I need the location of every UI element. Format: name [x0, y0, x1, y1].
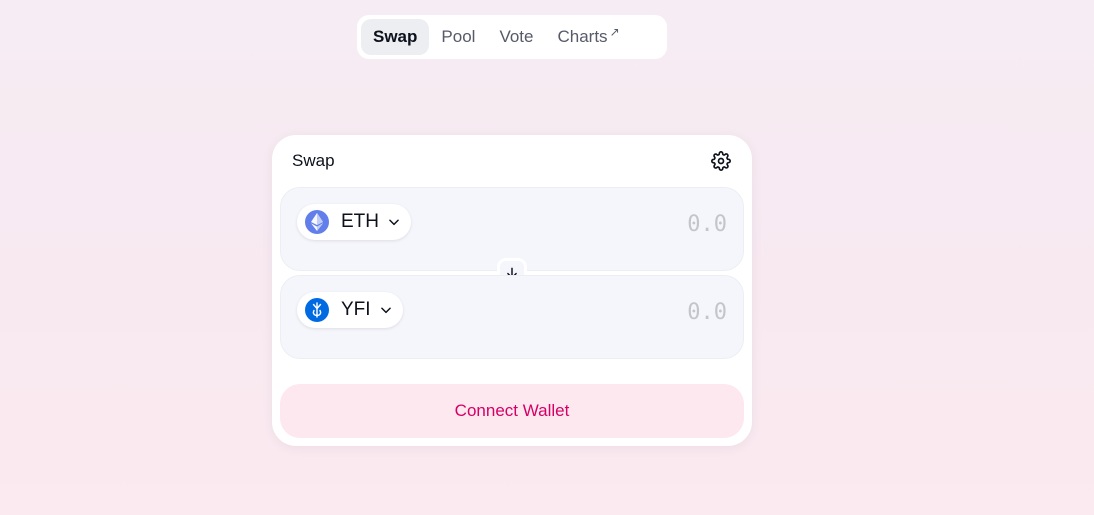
input-amount-field[interactable] [507, 210, 727, 238]
tab-swap-label: Swap [373, 27, 418, 46]
tab-vote[interactable]: Vote [487, 19, 545, 55]
input-token-selector[interactable]: ETH [297, 204, 411, 240]
input-token-symbol: ETH [341, 211, 379, 232]
gear-icon[interactable] [710, 150, 732, 172]
output-token-symbol: YFI [341, 299, 371, 320]
top-nav: Swap Pool Vote Charts ↗ [357, 15, 667, 59]
swap-card-title: Swap [292, 151, 335, 170]
tab-swap[interactable]: Swap [361, 19, 430, 55]
swap-card-header: Swap [292, 149, 732, 173]
output-amount-field[interactable] [507, 298, 727, 326]
tab-charts-label: Charts [557, 27, 608, 46]
output-currency-panel: YFI [280, 275, 744, 359]
yfi-icon [305, 298, 329, 322]
output-token-selector[interactable]: YFI [297, 292, 403, 328]
chevron-down-icon [387, 215, 401, 229]
connect-wallet-button[interactable]: Connect Wallet [280, 384, 744, 438]
ethereum-icon [305, 210, 329, 234]
chevron-down-icon [379, 303, 393, 317]
tab-charts[interactable]: Charts ↗ [545, 19, 631, 55]
tab-pool-label: Pool [441, 27, 476, 46]
tab-pool[interactable]: Pool [429, 19, 487, 55]
tab-vote-label: Vote [499, 27, 534, 46]
external-link-icon: ↗ [609, 25, 620, 39]
swap-card: Swap ETH 0.0 YFI 0.0 Connect Wallet [272, 135, 752, 446]
